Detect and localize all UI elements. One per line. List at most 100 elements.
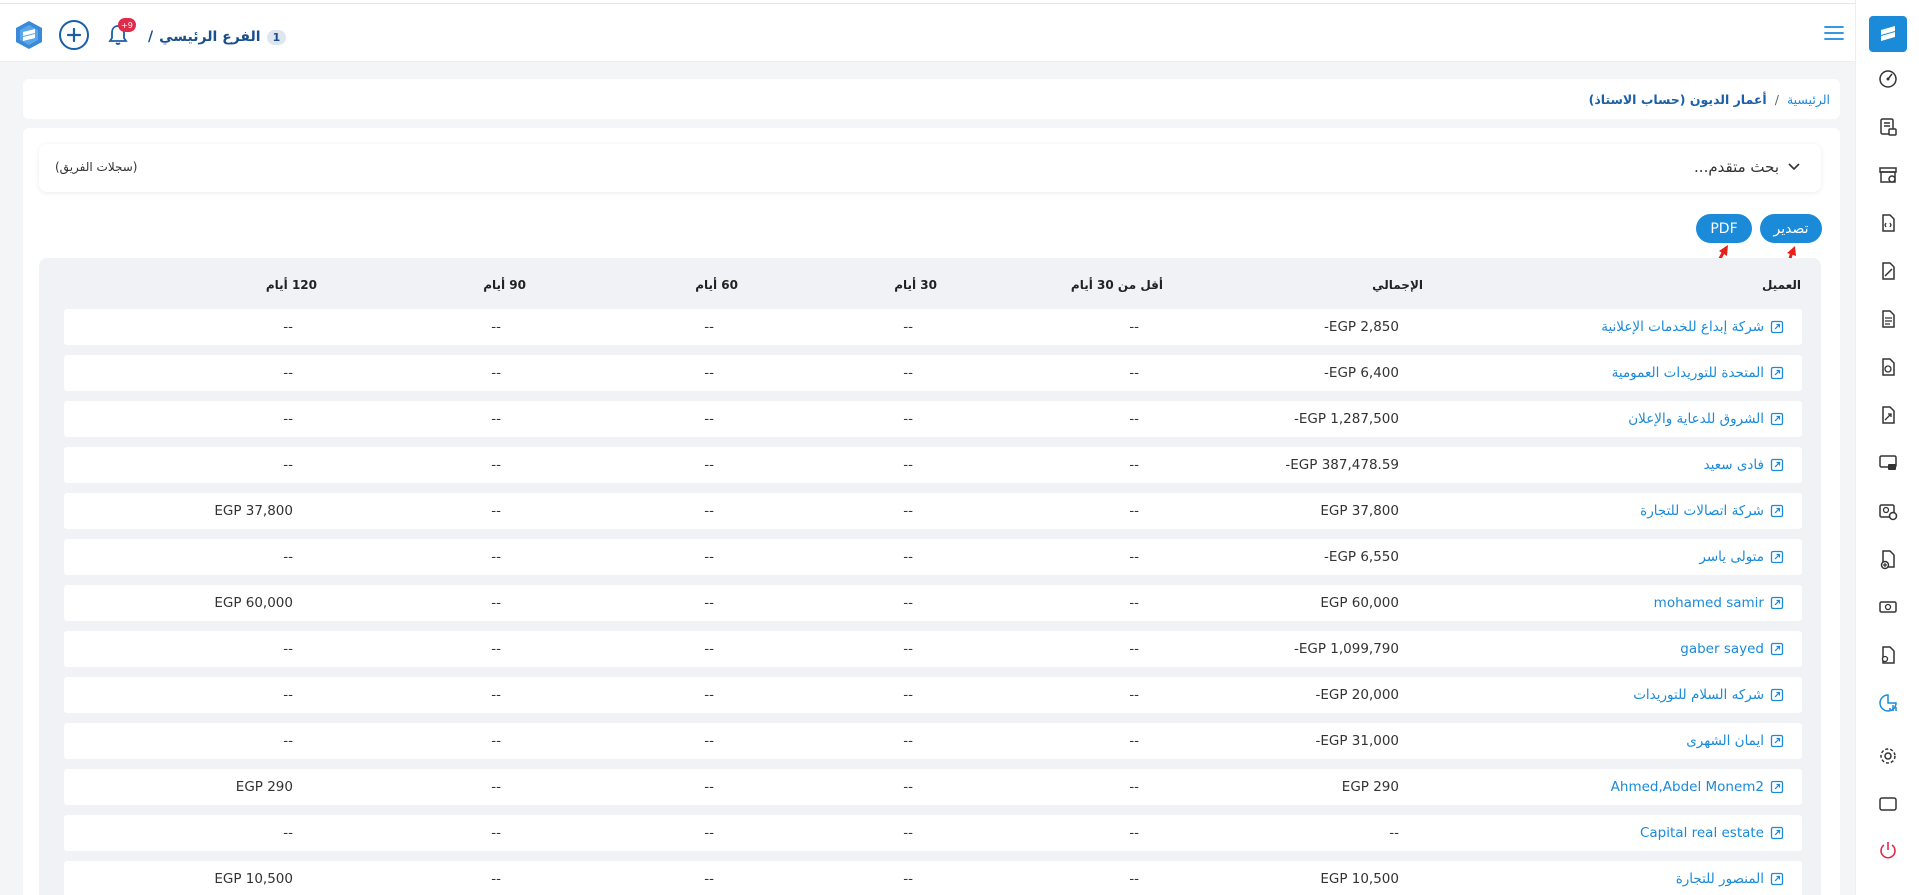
header-lt30: أقل من 30 أيام xyxy=(1070,278,1163,292)
cell-lt30: -- xyxy=(1129,687,1139,703)
external-link-icon xyxy=(1770,780,1784,794)
client-name: المتحدة للتوريدات العمومية xyxy=(1611,365,1764,381)
advanced-search-toggle[interactable]: بحث متقدم... xyxy=(1694,158,1801,176)
app-logo-icon[interactable] xyxy=(14,20,44,50)
table-row: شركة اتصالات للتجارة EGP 37,800 -- -- -- -- EG… xyxy=(64,493,1802,529)
cell-d120: -- xyxy=(283,825,293,841)
payroll-icon xyxy=(1880,550,1895,570)
external-link-icon xyxy=(1770,688,1784,702)
table-row: المنصور للتجارة EGP 10,500 -- -- -- -- EGP 10,… xyxy=(64,861,1802,895)
branch-name: الفرع الرئيسي xyxy=(159,29,261,45)
sidebar-item-invoice[interactable] xyxy=(1876,211,1900,235)
header-120: 120 أيام xyxy=(265,278,317,292)
sidebar-item-settings[interactable] xyxy=(1876,744,1900,768)
breadcrumb-separator: / xyxy=(1774,91,1779,107)
client-link[interactable]: mohamed samir xyxy=(1654,595,1784,611)
screen-icon xyxy=(1879,797,1897,811)
cell-d90: -- xyxy=(491,779,501,795)
client-name: Ahmed,Abdel Monem2 xyxy=(1610,779,1764,795)
client-link[interactable]: الشروق للدعاية والإعلان xyxy=(1628,411,1784,427)
client-link[interactable]: فادى سعيد xyxy=(1704,457,1784,473)
sidebar-item-payroll[interactable] xyxy=(1876,547,1900,571)
cell-d60: -- xyxy=(704,319,714,335)
client-link[interactable]: Ahmed,Abdel Monem2 xyxy=(1611,779,1784,795)
pdf-button[interactable]: PDF xyxy=(1696,214,1752,243)
advanced-search-label: بحث متقدم... xyxy=(1694,158,1779,176)
table-row: Ahmed,Abdel Monem2 EGP 290 -- -- -- -- EGP 290 xyxy=(64,769,1802,805)
client-link[interactable]: شركه السلام للتوريدات xyxy=(1633,687,1784,703)
sidebar-item-dashboard[interactable] xyxy=(1876,67,1900,91)
client-link[interactable]: متولى ياسر xyxy=(1699,549,1784,565)
sidebar-item-reports[interactable] xyxy=(1876,691,1900,715)
cell-d90: -- xyxy=(491,825,501,841)
advanced-search-panel[interactable]: بحث متقدم... (سجلات الفريق) xyxy=(39,144,1821,192)
cell-d30: -- xyxy=(903,503,913,519)
cell-d60: -- xyxy=(704,365,714,381)
sidebar-item-sales[interactable] xyxy=(1876,115,1900,139)
cell-d120: -- xyxy=(283,641,293,657)
cell-d120: EGP 10,500 xyxy=(214,871,293,887)
table-row: Capital real estate -- -- -- -- -- -- xyxy=(64,815,1802,851)
cell-d30: -- xyxy=(903,733,913,749)
breadcrumb-home[interactable]: الرئيسية xyxy=(1787,92,1830,107)
sidebar-item-document[interactable] xyxy=(1876,307,1900,331)
hamburger-menu-icon[interactable] xyxy=(1823,24,1845,42)
sidebar-item-contracts[interactable] xyxy=(1876,643,1900,667)
table-row: المتحدة للتوريدات العمومية -EGP 6,400 -- --… xyxy=(64,355,1802,391)
table-row: ايمان الشهرى -EGP 31,000 -- -- -- -- -- xyxy=(64,723,1802,759)
aging-table: العميل الإجمالي أقل من 30 أيام 30 أيام 6… xyxy=(39,258,1821,895)
client-name: شركة اتصالات للتجارة xyxy=(1640,503,1764,519)
external-link-icon xyxy=(1770,642,1784,656)
sidebar-item-accounting[interactable] xyxy=(1876,355,1900,379)
sidebar-item-inventory[interactable] xyxy=(1876,163,1900,187)
client-link[interactable]: Capital real estate xyxy=(1640,825,1784,841)
cell-d90: -- xyxy=(491,457,501,473)
cell-lt30: -- xyxy=(1129,825,1139,841)
cell-total: -EGP 6,550 xyxy=(1324,549,1399,565)
cell-total: -EGP 20,000 xyxy=(1315,687,1399,703)
cell-d30: -- xyxy=(903,595,913,611)
cell-lt30: -- xyxy=(1129,319,1139,335)
cell-d60: -- xyxy=(704,871,714,887)
cell-d60: -- xyxy=(704,411,714,427)
sidebar-item-logout[interactable] xyxy=(1876,838,1900,862)
client-link[interactable]: ايمان الشهرى xyxy=(1686,733,1784,749)
client-link[interactable]: gaber sayed xyxy=(1680,641,1784,657)
table-row: gaber sayed -EGP 1,099,790 -- -- -- -- -- xyxy=(64,631,1802,667)
cell-d120: -- xyxy=(283,687,293,703)
cell-d120: -- xyxy=(283,457,293,473)
client-link[interactable]: المتحدة للتوريدات العمومية xyxy=(1612,365,1784,381)
client-link[interactable]: المنصور للتجارة xyxy=(1676,871,1784,887)
client-link[interactable]: شركة إبداع للخدمات الإعلانية xyxy=(1601,319,1784,335)
sidebar-item-pos[interactable] xyxy=(1876,451,1900,475)
cell-total: -EGP 2,850 xyxy=(1324,319,1399,335)
external-link-icon xyxy=(1770,826,1784,840)
header-90: 90 أيام xyxy=(483,278,526,292)
sidebar-item-purchase[interactable] xyxy=(1876,259,1900,283)
client-link[interactable]: شركة اتصالات للتجارة xyxy=(1640,503,1784,519)
cell-d120: -- xyxy=(283,411,293,427)
cell-total: EGP 60,000 xyxy=(1320,595,1399,611)
table-row: الشروق للدعاية والإعلان -EGP 1,287,500 -- -… xyxy=(64,401,1802,437)
branch-selector[interactable]: 1 الفرع الرئيسي / xyxy=(148,26,287,48)
cell-total: -EGP 31,000 xyxy=(1315,733,1399,749)
sidebar-item-finance[interactable] xyxy=(1876,403,1900,427)
cell-lt30: -- xyxy=(1129,641,1139,657)
purchase-icon xyxy=(1882,262,1895,280)
cell-d30: -- xyxy=(903,457,913,473)
cell-d60: -- xyxy=(704,595,714,611)
external-link-icon xyxy=(1770,458,1784,472)
table-row: فادى سعيد -EGP 387,478.59 -- -- -- -- -- xyxy=(64,447,1802,483)
cell-total: EGP 37,800 xyxy=(1320,503,1399,519)
sidebar-item-cash[interactable] xyxy=(1876,595,1900,619)
client-name: ايمان الشهرى xyxy=(1686,733,1764,749)
sidebar-item-employees[interactable] xyxy=(1876,499,1900,523)
add-button[interactable] xyxy=(59,20,89,50)
sidebar-item-screen[interactable] xyxy=(1876,792,1900,816)
sidebar-logo[interactable] xyxy=(1869,16,1907,52)
cell-total: EGP 290 xyxy=(1341,779,1399,795)
cell-d120: -- xyxy=(283,365,293,381)
cell-d120: EGP 60,000 xyxy=(214,595,293,611)
cell-lt30: -- xyxy=(1129,595,1139,611)
export-button[interactable]: تصدير xyxy=(1760,214,1822,243)
